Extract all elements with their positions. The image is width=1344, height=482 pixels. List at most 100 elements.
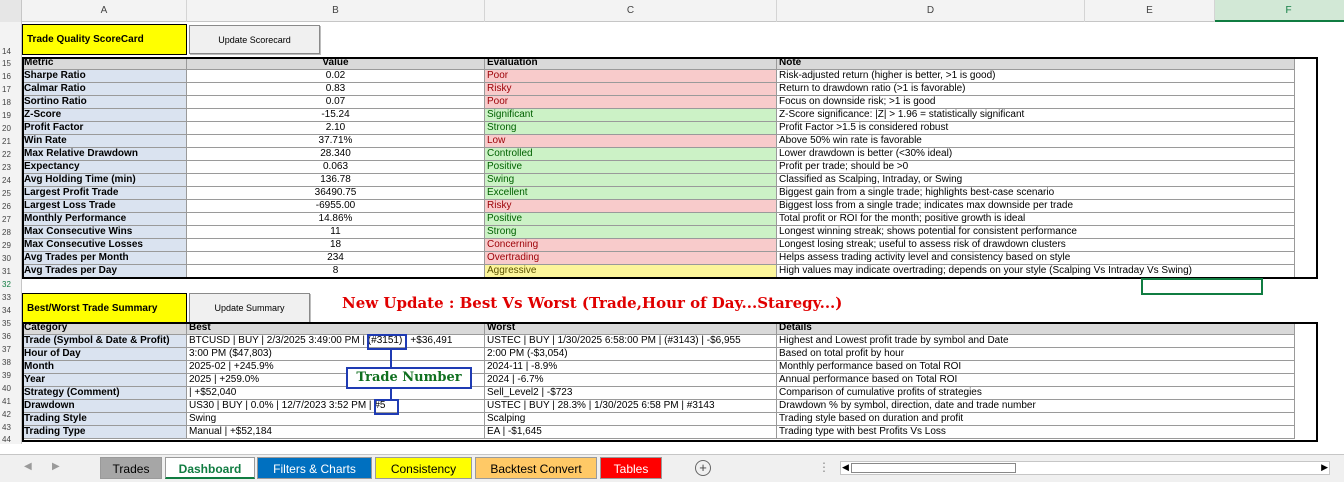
metric-note[interactable]: Z-Score significance: |Z| > 1.96 = stati… bbox=[777, 109, 1295, 122]
metric-name[interactable]: Sortino Ratio bbox=[22, 96, 187, 109]
row-header-25[interactable]: 25 bbox=[0, 187, 22, 200]
summary-category[interactable]: Year bbox=[22, 374, 187, 387]
metric-name[interactable]: Max Relative Drawdown bbox=[22, 148, 187, 161]
summary-best[interactable]: US30 | BUY | 0.0% | 12/7/2023 3:52 PM | … bbox=[187, 400, 485, 413]
scorecard-header-evaluation[interactable]: Evaluation bbox=[485, 57, 777, 70]
summary-header-best[interactable]: Best bbox=[187, 322, 485, 335]
metric-evaluation[interactable]: Overtrading bbox=[485, 252, 777, 265]
metric-value[interactable]: 234 bbox=[187, 252, 485, 265]
metric-name[interactable]: Avg Holding Time (min) bbox=[22, 174, 187, 187]
summary-best[interactable]: 3:00 PM ($47,803) bbox=[187, 348, 485, 361]
summary-details[interactable]: Comparison of cumulative profits of stra… bbox=[777, 387, 1295, 400]
column-header-b[interactable]: B bbox=[187, 0, 485, 22]
metric-note[interactable]: Risk-adjusted return (higher is better, … bbox=[777, 70, 1295, 83]
row-header-26[interactable]: 26 bbox=[0, 200, 22, 213]
row-header-21[interactable]: 21 bbox=[0, 135, 22, 148]
summary-details[interactable]: Annual performance based on Total ROI bbox=[777, 374, 1295, 387]
metric-value[interactable]: 18 bbox=[187, 239, 485, 252]
metric-value[interactable]: 0.02 bbox=[187, 70, 485, 83]
hscroll-thumb[interactable] bbox=[851, 463, 1016, 473]
update-summary-button[interactable]: Update Summary bbox=[189, 293, 310, 323]
column-header-d[interactable]: D bbox=[777, 0, 1085, 22]
row-header-36[interactable]: 36 bbox=[0, 330, 22, 343]
metric-evaluation[interactable]: Excellent bbox=[485, 187, 777, 200]
summary-details[interactable]: Trading style based on duration and prof… bbox=[777, 413, 1295, 426]
metric-evaluation[interactable]: Risky bbox=[485, 200, 777, 213]
row-header-29[interactable]: 29 bbox=[0, 239, 22, 252]
row-header-39[interactable]: 39 bbox=[0, 369, 22, 382]
hscroll-left-arrow-icon[interactable]: ◀ bbox=[842, 462, 849, 473]
summary-header-category[interactable]: Category bbox=[22, 322, 187, 335]
metric-name[interactable]: Monthly Performance bbox=[22, 213, 187, 226]
summary-best[interactable]: BTCUSD | BUY | 2/3/2025 3:49:00 PM | (#3… bbox=[187, 335, 485, 348]
row-header-31[interactable]: 31 bbox=[0, 265, 22, 278]
hscroll-right-arrow-icon[interactable]: ▶ bbox=[1321, 462, 1328, 473]
metric-note[interactable]: Biggest loss from a single trade; indica… bbox=[777, 200, 1295, 213]
summary-category[interactable]: Trade (Symbol & Date & Profit) bbox=[22, 335, 187, 348]
metric-note[interactable]: Helps assess trading activity level and … bbox=[777, 252, 1295, 265]
row-header-32[interactable]: 32 bbox=[0, 278, 22, 291]
metric-name[interactable]: Z-Score bbox=[22, 109, 187, 122]
row-header-28[interactable]: 28 bbox=[0, 226, 22, 239]
metric-evaluation[interactable]: Positive bbox=[485, 213, 777, 226]
metric-value[interactable]: 8 bbox=[187, 265, 485, 278]
summary-category[interactable]: Month bbox=[22, 361, 187, 374]
metric-name[interactable]: Avg Trades per Day bbox=[22, 265, 187, 278]
metric-evaluation[interactable]: Strong bbox=[485, 122, 777, 135]
summary-category[interactable]: Trading Style bbox=[22, 413, 187, 426]
summary-worst[interactable]: EA | -$1,645 bbox=[485, 426, 777, 439]
metric-note[interactable]: Biggest gain from a single trade; highli… bbox=[777, 187, 1295, 200]
summary-category[interactable]: Hour of Day bbox=[22, 348, 187, 361]
metric-value[interactable]: 136.78 bbox=[187, 174, 485, 187]
row-header-34[interactable]: 34 bbox=[0, 304, 22, 317]
summary-worst[interactable]: 2024-11 | -8.9% bbox=[485, 361, 777, 374]
row-header-40[interactable]: 40 bbox=[0, 382, 22, 395]
metric-note[interactable]: Longest losing streak; useful to assess … bbox=[777, 239, 1295, 252]
tab-dashboard[interactable]: Dashboard bbox=[165, 457, 255, 479]
summary-worst[interactable]: Sell_Level2 | -$723 bbox=[485, 387, 777, 400]
row-header-42[interactable]: 42 bbox=[0, 408, 22, 421]
summary-details[interactable]: Highest and Lowest profit trade by symbo… bbox=[777, 335, 1295, 348]
scroll-right-icon[interactable]: ▶ bbox=[52, 461, 60, 472]
metric-note[interactable]: High values may indicate overtrading; de… bbox=[777, 265, 1295, 278]
tab-splitter-icon[interactable]: ⋮ bbox=[818, 460, 830, 474]
scorecard-header-note[interactable]: Note bbox=[777, 57, 1295, 70]
summary-details[interactable]: Based on total profit by hour bbox=[777, 348, 1295, 361]
row-header-16[interactable]: 16 bbox=[0, 70, 22, 83]
metric-value[interactable]: 0.07 bbox=[187, 96, 485, 109]
summary-header-details[interactable]: Details bbox=[777, 322, 1295, 335]
summary-worst[interactable]: 2:00 PM (-$3,054) bbox=[485, 348, 777, 361]
metric-name[interactable]: Largest Loss Trade bbox=[22, 200, 187, 213]
metric-evaluation[interactable]: Swing bbox=[485, 174, 777, 187]
row-header-43[interactable]: 43 bbox=[0, 421, 22, 434]
metric-value[interactable]: -6955.00 bbox=[187, 200, 485, 213]
worksheet-grid[interactable]: Trade Quality ScoreCard Update Scorecard… bbox=[22, 22, 1344, 452]
summary-details[interactable]: Monthly performance based on Total ROI bbox=[777, 361, 1295, 374]
metric-evaluation[interactable]: Controlled bbox=[485, 148, 777, 161]
metric-name[interactable]: Win Rate bbox=[22, 135, 187, 148]
metric-evaluation[interactable]: Poor bbox=[485, 96, 777, 109]
metric-name[interactable]: Profit Factor bbox=[22, 122, 187, 135]
summary-best[interactable]: Swing bbox=[187, 413, 485, 426]
add-sheet-icon[interactable]: + bbox=[695, 460, 711, 476]
row-header-22[interactable]: 22 bbox=[0, 148, 22, 161]
metric-name[interactable]: Max Consecutive Wins bbox=[22, 226, 187, 239]
metric-evaluation[interactable]: Strong bbox=[485, 226, 777, 239]
tab-filters-charts[interactable]: Filters & Charts bbox=[257, 457, 372, 479]
tab-tables[interactable]: Tables bbox=[600, 457, 662, 479]
row-header-20[interactable]: 20 bbox=[0, 122, 22, 135]
metric-note[interactable]: Lower drawdown is better (<30% ideal) bbox=[777, 148, 1295, 161]
metric-value[interactable]: 11 bbox=[187, 226, 485, 239]
metric-value[interactable]: 37.71% bbox=[187, 135, 485, 148]
select-all-corner[interactable] bbox=[0, 0, 22, 22]
metric-note[interactable]: Profit per trade; should be >0 bbox=[777, 161, 1295, 174]
metric-evaluation[interactable]: Poor bbox=[485, 70, 777, 83]
row-header-30[interactable]: 30 bbox=[0, 252, 22, 265]
summary-worst[interactable]: Scalping bbox=[485, 413, 777, 426]
metric-evaluation[interactable]: Risky bbox=[485, 83, 777, 96]
selected-cell-f32[interactable] bbox=[1141, 278, 1263, 295]
metric-value[interactable]: 36490.75 bbox=[187, 187, 485, 200]
metric-note[interactable]: Focus on downside risk; >1 is good bbox=[777, 96, 1295, 109]
tab-consistency[interactable]: Consistency bbox=[375, 457, 472, 479]
row-header-19[interactable]: 19 bbox=[0, 109, 22, 122]
